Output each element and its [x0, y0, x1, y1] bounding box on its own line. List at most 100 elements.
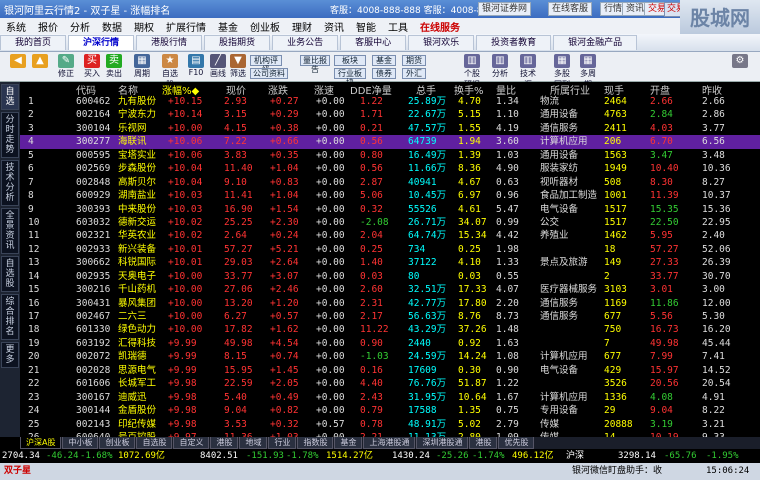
market-tab[interactable]: 指数股	[297, 437, 334, 449]
market-tab[interactable]: 港股	[210, 437, 239, 449]
fund-button[interactable]: 基金	[372, 55, 396, 66]
table-row[interactable]: 18 601330 绿色动力 +10.00 17.82 +1.62 +0.00 11.22 43…	[20, 323, 760, 336]
table-row[interactable]: 13 300662 科锐国际 +10.01 29.03 +2.64 +0.00 1.40 371…	[20, 256, 760, 269]
buy-button[interactable]: 买买入	[82, 54, 102, 79]
market-tab[interactable]: 深圳港股通	[416, 437, 469, 449]
table-row[interactable]: 4 300277 海联讯 +10.06 7.22 +0.66 +0.00 0.56 64739 1…	[20, 135, 760, 149]
nav-products[interactable]: 银河金融产品	[553, 35, 638, 50]
menu-online-service[interactable]: 在线服务	[414, 19, 466, 34]
table-row[interactable]: 14 002935 天奥电子 +10.00 33.77 +3.07 +0.00 0.03 80 0…	[20, 270, 760, 283]
forex-button[interactable]: 外汇	[402, 68, 426, 79]
rating-button[interactable]: 机构评级	[250, 55, 282, 74]
sidebar-more[interactable]: 更多	[1, 342, 19, 368]
table-row[interactable]: 25 002143 印纪传媒 +9.98 3.53 +0.32 +0.57 0.78 48.91…	[20, 418, 760, 431]
f10-button[interactable]: ▤ F10	[186, 54, 206, 77]
nav-notice[interactable]: 业务公告	[272, 35, 339, 50]
sidebar-technical[interactable]: 技术分析	[1, 160, 19, 206]
bond-button[interactable]: 债券	[372, 68, 396, 79]
menu-news[interactable]: 资讯	[318, 19, 350, 34]
cell-kp: 15.97	[650, 364, 679, 376]
table-row[interactable]: 1 600462 九有股份 +10.15 2.93 +0.27 +0.00 1.22 25.89…	[20, 95, 760, 108]
sector-button[interactable]: 板块	[334, 55, 366, 66]
wechat-ticker[interactable]: 银河微信盯盘助手：收	[572, 463, 662, 480]
menu-smart[interactable]: 智能	[350, 19, 382, 34]
nav-hk-quote[interactable]: 港股行情	[136, 35, 203, 50]
table-row[interactable]: 20 002072 凯瑞德 +9.99 8.15 +0.74 +0.00 -1.03 24.59…	[20, 350, 760, 363]
table-row[interactable]: 11 002321 华英农业 +10.02 2.64 +0.24 +0.00 2.04 64.7…	[20, 229, 760, 242]
analysis-button[interactable]: ▥ 分析	[490, 54, 510, 79]
updown-button[interactable]: ▲	[30, 54, 50, 68]
market-tab[interactable]: 自选股	[136, 437, 173, 449]
sh-index: 2704.34	[2, 451, 40, 461]
nav-service[interactable]: 客服中心	[340, 35, 407, 50]
menu-options[interactable]: 期权	[128, 19, 160, 34]
table-row[interactable]: 7 002848 高斯贝尔 +10.04 9.10 +0.83 +0.00 2.87 40941…	[20, 176, 760, 189]
menu-tools[interactable]: 工具	[382, 19, 414, 34]
nav-education[interactable]: 投资者教育	[476, 35, 552, 50]
table-row[interactable]: 2 002164 宁波东力 +10.14 3.15 +0.29 +0.00 1.71 22.67…	[20, 108, 760, 121]
menu-ext-quote[interactable]: 扩展行情	[160, 19, 212, 34]
online-service-button[interactable]: 在线客服	[548, 2, 593, 16]
menu-system[interactable]: 系统	[0, 19, 32, 34]
sidebar-watchlist[interactable]: 自选股	[1, 256, 19, 292]
nav-futures[interactable]: 股指期货	[204, 35, 271, 50]
menu-gem[interactable]: 创业板	[244, 19, 286, 34]
sidebar-ranking[interactable]: 综合排名	[1, 294, 19, 340]
edit-button[interactable]: ✎ 修正	[56, 54, 76, 79]
menu-fund[interactable]: 基金	[212, 19, 244, 34]
broker-site-button[interactable]: 银河证券网	[478, 2, 532, 16]
table-row[interactable]: 24 300144 金盾股份 +9.98 9.04 +0.82 +0.00 0.79 17588…	[20, 404, 760, 417]
menu-analysis[interactable]: 分析	[64, 19, 96, 34]
table-row[interactable]: 9 300393 中来股份 +10.03 16.90 +1.54 +0.00 0.32 5552…	[20, 203, 760, 216]
market-tab[interactable]: 中小板	[62, 437, 99, 449]
market-tab[interactable]: 上海港股通	[363, 437, 416, 449]
cell-name: 宁波东力	[118, 109, 157, 121]
table-row[interactable]: 22 601606 长城军工 +9.98 22.59 +2.05 +0.00 4.40 76.7…	[20, 377, 760, 390]
market-tab[interactable]: 地域	[239, 437, 268, 449]
sidebar-watch[interactable]: 自选	[1, 84, 19, 110]
table-row[interactable]: 21 002028 思源电气 +9.99 15.95 +1.45 +0.00 0.16 1760…	[20, 364, 760, 377]
table-row[interactable]: 6 002569 步森股份 +10.04 11.40 +1.04 +0.00 0.56 11.6…	[20, 162, 760, 175]
industry-button[interactable]: 行业板块	[334, 68, 366, 87]
market-tab[interactable]: 优先股	[498, 437, 535, 449]
cell-zs2: 10.36	[702, 163, 731, 175]
menu-finance[interactable]: 理财	[286, 19, 318, 34]
market-tab[interactable]: 行业	[268, 437, 297, 449]
cell-name: 乐视网	[118, 122, 147, 134]
table-row[interactable]: 12 002933 新兴装备 +10.01 57.27 +5.21 +0.00 0.25 734…	[20, 243, 760, 256]
draw-button[interactable]: ╱ 画线	[208, 54, 228, 79]
sidebar-timeshare[interactable]: 分时走势	[1, 112, 19, 158]
market-tab[interactable]: 沪深A股	[20, 437, 62, 449]
table-row[interactable]: 17 002467 二六三 +10.00 6.27 +0.57 +0.00 2.17 56.63…	[20, 310, 760, 323]
market-tab[interactable]: 基金	[334, 437, 363, 449]
table-row[interactable]: 10 603032 德新交运 +10.02 25.25 +2.30 +0.00 -2.08 26…	[20, 216, 760, 229]
menu-data[interactable]: 数据	[96, 19, 128, 34]
report-button[interactable]: 量比报告	[300, 55, 330, 74]
nav-home[interactable]: 我的首页	[0, 35, 67, 50]
menu-quote[interactable]: 报价	[32, 19, 64, 34]
market-tab[interactable]: 自定义	[173, 437, 210, 449]
nav-hs-quote[interactable]: 沪深行情	[68, 35, 135, 50]
company-button[interactable]: 公司资料	[250, 68, 288, 79]
cell-xj: 27.06	[224, 284, 253, 296]
cell-zd: +3.07	[270, 270, 299, 282]
nav-happy[interactable]: 银河欢乐	[408, 35, 475, 50]
table-row[interactable]: 8 600929 湖南盐业 +10.03 11.41 +1.04 +0.00 5.06 10.4…	[20, 189, 760, 202]
table-row[interactable]: 3 300104 乐视网 +10.00 4.15 +0.38 +0.00 0.21 47.57万…	[20, 122, 760, 135]
back-button[interactable]: ◀	[8, 54, 28, 68]
table-row[interactable]: 19 603192 汇得科技 +9.99 49.98 +4.54 +0.00 0.90 2440…	[20, 337, 760, 350]
period-button[interactable]: ▦ 周期	[132, 54, 152, 79]
market-tab[interactable]: 创业板	[99, 437, 136, 449]
table-row[interactable]: 16 300431 暴风集团 +10.00 13.20 +1.20 +0.00 2.31 42.…	[20, 297, 760, 310]
filter-button[interactable]: ▼ 筛选	[228, 54, 248, 79]
table-row[interactable]: 15 300216 千山药机 +10.00 27.06 +2.46 +0.00 2.60 32.…	[20, 283, 760, 296]
research-icon: ▥	[464, 54, 480, 68]
table-row[interactable]: 23 300167 迪威迅 +9.98 5.40 +0.49 +0.00 2.43 31.95万…	[20, 391, 760, 404]
sell-button[interactable]: 卖卖出	[104, 54, 124, 79]
market-tab[interactable]: 港股	[469, 437, 498, 449]
futures-button[interactable]: 期货	[402, 55, 426, 66]
table-row[interactable]: 5 000595 宝塔实业 +10.06 3.83 +0.35 +0.00 0.80 16.49…	[20, 149, 760, 162]
sidebar-info[interactable]: 全景资讯	[1, 208, 19, 254]
cell-zl: 25.89万	[408, 96, 447, 107]
settings-button[interactable]: ⚙	[730, 54, 750, 68]
